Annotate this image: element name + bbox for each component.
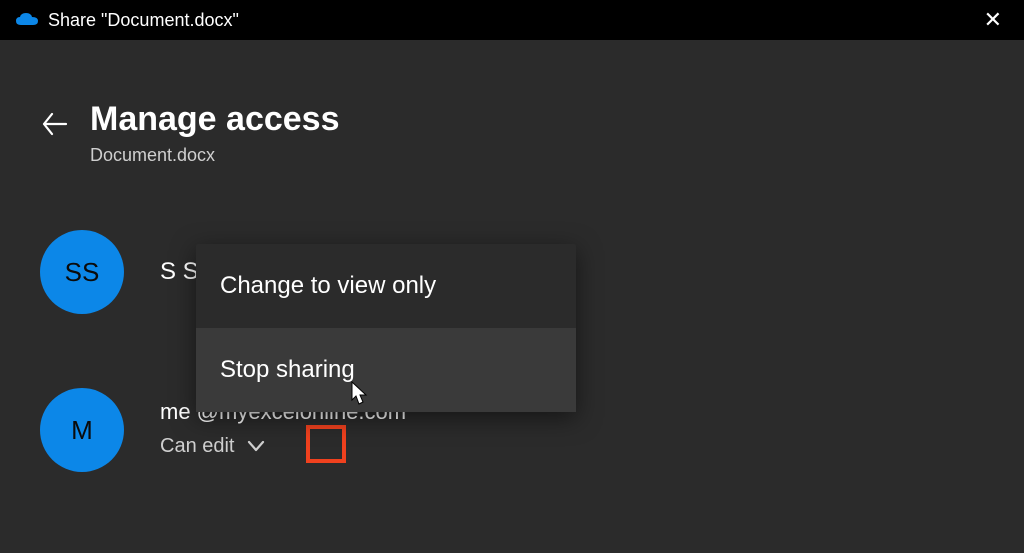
menu-item-change-to-view-only[interactable]: Change to view only [196,244,576,328]
permission-label: Can edit [160,435,235,458]
permission-dropdown[interactable]: Change to view only Stop sharing [196,244,576,412]
menu-item-stop-sharing[interactable]: Stop sharing [196,328,576,412]
header-row: Manage access Document.docx [40,100,984,166]
people-list: SS S Smith M me @myexcelonline.com Can e… [40,230,984,472]
avatar: M [40,388,124,472]
avatar: SS [40,230,124,314]
onedrive-icon [14,12,38,28]
header-text-block: Manage access Document.docx [90,100,340,166]
avatar-initials: M [71,415,93,446]
chevron-down-icon[interactable] [241,431,271,461]
titlebar-left: Share "Document.docx" [14,10,239,31]
page-title: Manage access [90,100,340,139]
close-icon[interactable]: ✕ [976,3,1010,37]
permission-row[interactable]: Can edit [160,431,406,461]
page-subtitle: Document.docx [90,145,340,166]
content: Manage access Document.docx SS S Smith M… [0,40,1024,472]
window-title: Share "Document.docx" [48,10,239,31]
avatar-initials: SS [65,257,100,288]
titlebar: Share "Document.docx" ✕ [0,0,1024,40]
back-arrow-icon[interactable] [40,110,68,138]
